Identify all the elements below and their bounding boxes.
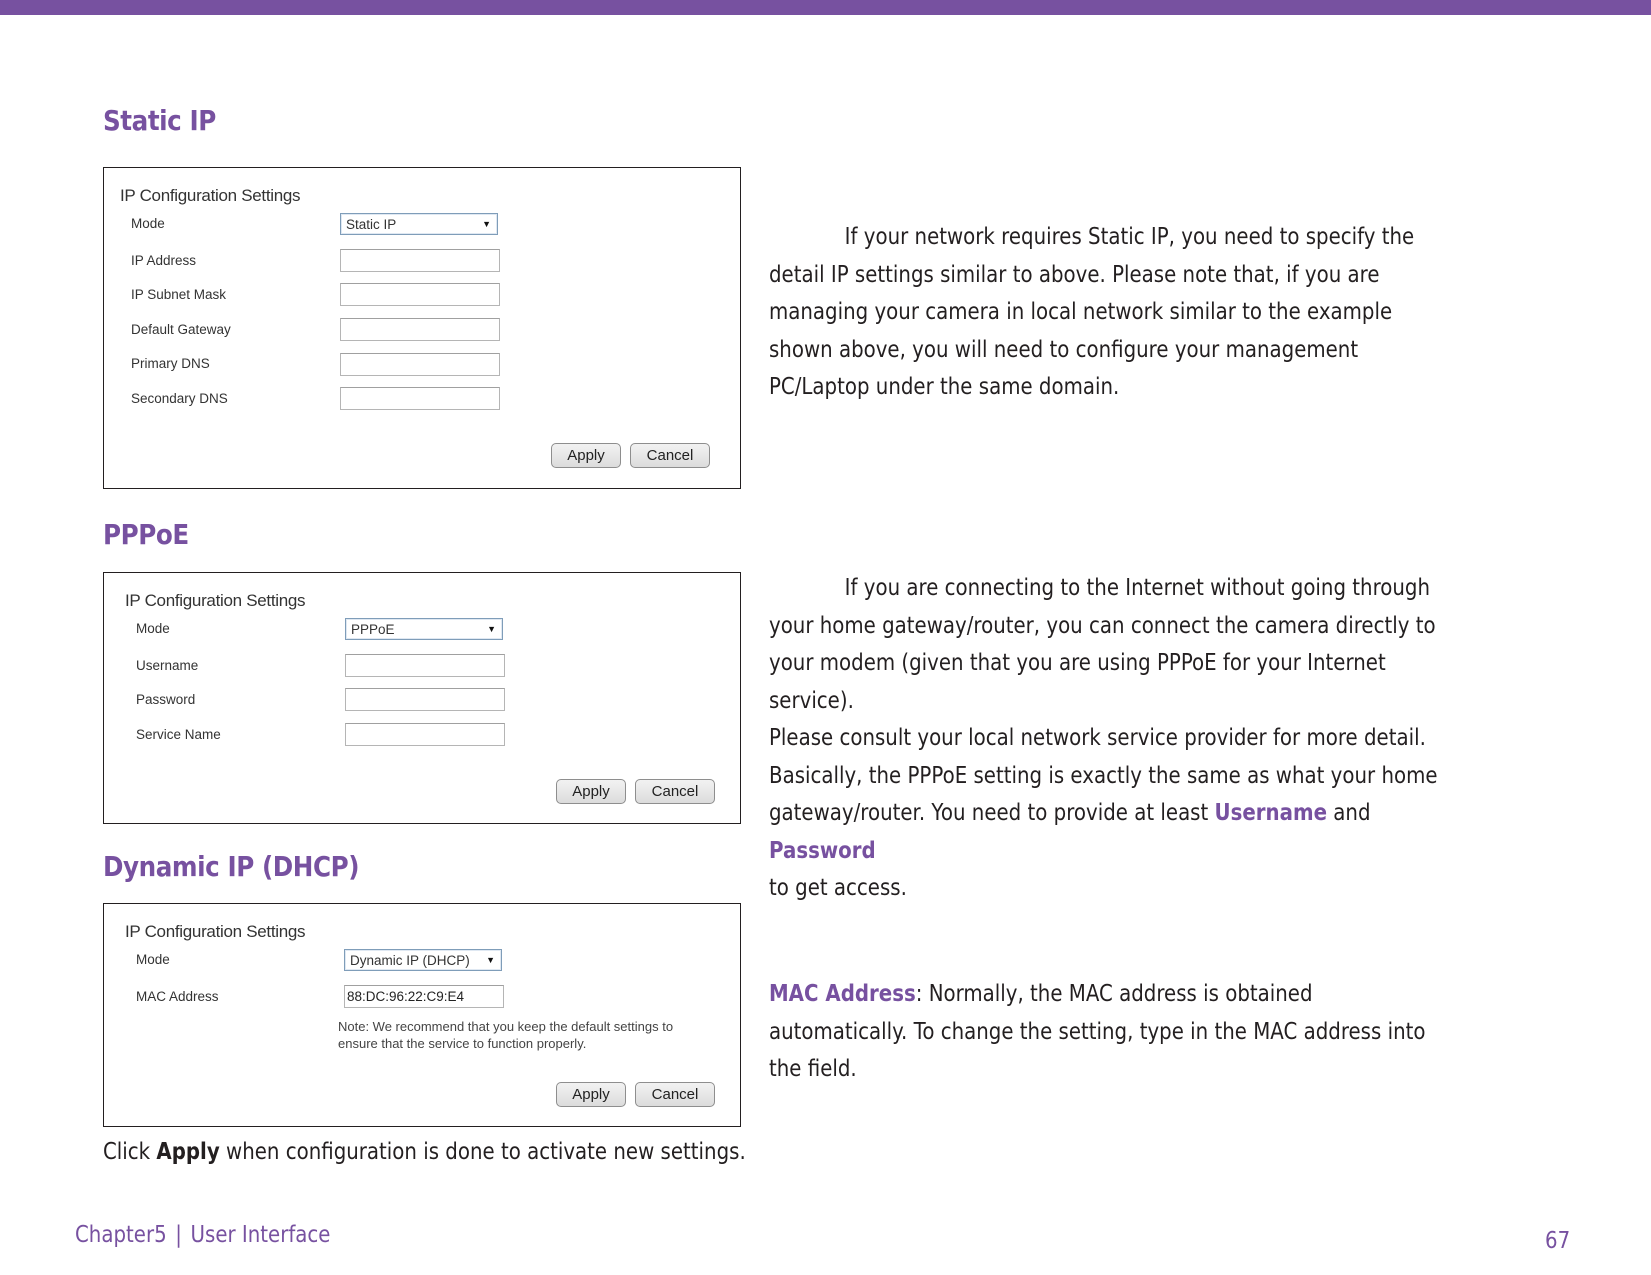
secondary-dns-input[interactable] — [340, 387, 500, 410]
apply-emphasis: Apply — [156, 1139, 220, 1165]
panel-title: IP Configuration Settings — [125, 591, 306, 610]
pppoe-description: If you are connecting to the Internet wi… — [769, 575, 1438, 901]
section-title-dhcp: Dynamic IP (DHCP) — [103, 850, 360, 883]
mac-address-input[interactable] — [344, 985, 504, 1008]
footer-separator: | — [175, 1222, 182, 1248]
dropdown-arrow-icon: ▼ — [486, 955, 495, 965]
pppoe-config-panel: IP Configuration Settings Mode PPPoE ▼ U… — [103, 572, 741, 824]
dropdown-arrow-icon: ▼ — [482, 219, 491, 229]
default-settings-note: Note: We recommend that you keep the def… — [338, 1019, 674, 1051]
top-accent-bar — [0, 0, 1651, 15]
cancel-button[interactable]: Cancel — [635, 1082, 715, 1107]
default-gateway-label: Default Gateway — [131, 322, 231, 337]
section-title-static-ip: Static IP — [103, 104, 216, 137]
highlight-password: Password — [769, 837, 876, 864]
apply-button[interactable]: Apply — [556, 1082, 626, 1107]
ip-address-input[interactable] — [340, 249, 500, 272]
apply-instruction: Click Apply when configuration is done t… — [103, 1139, 746, 1165]
static-ip-config-panel: IP Configuration Settings Mode Static IP… — [103, 167, 741, 489]
cancel-button[interactable]: Cancel — [635, 779, 715, 804]
mode-label: Mode — [131, 216, 165, 231]
apply-button[interactable]: Apply — [551, 443, 621, 468]
mode-label: Mode — [136, 952, 170, 967]
mode-select-value: Dynamic IP (DHCP) — [350, 952, 470, 968]
dropdown-arrow-icon: ▼ — [487, 624, 496, 634]
subnet-mask-input[interactable] — [340, 283, 500, 306]
panel-title: IP Configuration Settings — [125, 922, 306, 941]
dhcp-config-panel: IP Configuration Settings Mode Dynamic I… — [103, 903, 741, 1127]
subnet-mask-label: IP Subnet Mask — [131, 287, 227, 302]
section-title-pppoe: PPPoE — [103, 518, 189, 551]
default-gateway-input[interactable] — [340, 318, 500, 341]
secondary-dns-label: Secondary DNS — [131, 391, 228, 406]
panel-title: IP Configuration Settings — [120, 186, 301, 205]
username-label: Username — [136, 658, 199, 673]
password-input[interactable] — [345, 688, 505, 711]
service-name-input[interactable] — [345, 723, 505, 746]
static-ip-description: If your network requires Static IP, you … — [769, 224, 1415, 400]
username-input[interactable] — [345, 654, 505, 677]
password-label: Password — [136, 692, 196, 707]
primary-dns-label: Primary DNS — [131, 356, 210, 371]
mode-select[interactable]: PPPoE ▼ — [345, 618, 503, 640]
cancel-button[interactable]: Cancel — [630, 443, 710, 468]
highlight-mac-address: MAC Address — [769, 981, 916, 1007]
primary-dns-input[interactable] — [340, 353, 500, 376]
mode-label: Mode — [136, 621, 170, 636]
dhcp-description: MAC Address: Normally, the MAC address i… — [769, 981, 1426, 1082]
mode-select[interactable]: Dynamic IP (DHCP) ▼ — [344, 949, 502, 971]
page-number: 67 — [1545, 1228, 1571, 1254]
mac-address-label: MAC Address — [136, 989, 219, 1004]
ip-address-label: IP Address — [131, 253, 197, 268]
footer-chapter: Chapter5 | User Interface — [75, 1222, 330, 1248]
highlight-username: Username — [1214, 800, 1328, 826]
apply-button[interactable]: Apply — [556, 779, 626, 804]
chapter-section: User Interface — [190, 1222, 331, 1248]
mode-select-value: PPPoE — [351, 621, 395, 637]
chapter-label: Chapter5 — [75, 1222, 167, 1248]
mode-select[interactable]: Static IP ▼ — [340, 213, 498, 235]
mode-select-value: Static IP — [346, 216, 397, 232]
service-name-label: Service Name — [136, 727, 221, 742]
